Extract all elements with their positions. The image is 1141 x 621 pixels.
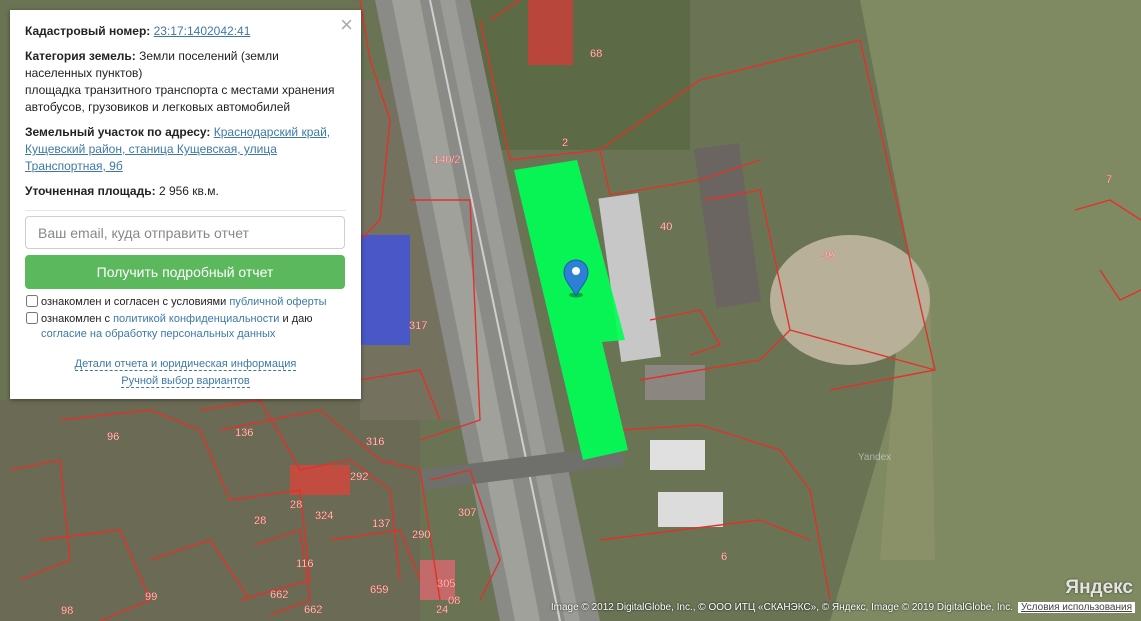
parcel-number: 316: [366, 436, 384, 448]
category-label: Категория земель:: [25, 49, 136, 63]
get-report-button[interactable]: Получить подробный отчет: [25, 255, 345, 289]
close-icon[interactable]: ×: [340, 14, 353, 36]
building-blue-roof: [355, 235, 410, 345]
privacy-checkbox[interactable]: [26, 312, 38, 324]
offer-checkbox[interactable]: [26, 295, 38, 307]
parcel-number: 40: [660, 221, 672, 233]
parcel-number: 39: [822, 250, 834, 262]
parcel-number: 98: [61, 605, 73, 617]
building: [650, 440, 705, 470]
parcel-number: 6: [721, 551, 727, 563]
divider: [25, 210, 346, 211]
parcel-number: 2: [562, 137, 568, 149]
report-details-link[interactable]: Детали отчета и юридическая информация: [74, 358, 297, 371]
address-row: Земельный участок по адресу: Краснодарск…: [25, 124, 346, 175]
area-row: Уточненная площадь: 2 956 кв.м.: [25, 183, 346, 200]
parcel-number: 96: [107, 431, 119, 443]
parcel-number: 136: [235, 427, 253, 439]
building-red-roof: [528, 0, 573, 65]
panel-links: Детали отчета и юридическая информация Р…: [25, 356, 346, 390]
privacy-consent: ознакомлен с политикой конфиденциальност…: [25, 312, 346, 342]
area-label: Уточненная площадь:: [25, 184, 156, 198]
village-area: [0, 400, 420, 621]
cadastral-label: Кадастровый номер:: [25, 24, 151, 38]
terms-link[interactable]: Условия использования: [1018, 602, 1135, 613]
map-attribution: Image © 2012 DigitalGlobe, Inc., © ООО И…: [551, 602, 1135, 613]
address-label: Земельный участок по адресу:: [25, 125, 211, 139]
parcel-number: 28: [290, 499, 302, 511]
building: [658, 492, 723, 527]
parcel-number: 137: [372, 518, 390, 530]
parcel-number: 659: [370, 584, 388, 596]
parcel-number: 99: [145, 591, 157, 603]
yandex-logo: Яндекс: [1065, 577, 1133, 598]
land-usage: площадка транзитного транспорта с местам…: [25, 83, 335, 114]
parcel-number: 324: [315, 510, 333, 522]
privacy-consent-text: ознакомлен с: [41, 313, 111, 325]
parcel-number: 140/2: [433, 154, 461, 166]
parcel-number: 662: [270, 589, 288, 601]
attribution-text: Image © 2012 DigitalGlobe, Inc., © ООО И…: [550, 602, 1013, 613]
parcel-number: 68: [590, 48, 602, 60]
manual-selection-link[interactable]: Ручной выбор вариантов: [121, 375, 250, 388]
parcel-number: 08: [448, 595, 460, 607]
cadastral-number-link[interactable]: 23:17:1402042:41: [154, 24, 251, 38]
offer-consent-text: ознакомлен и согласен с условиями: [41, 296, 227, 308]
email-input[interactable]: [25, 216, 345, 249]
parcel-number: 307: [458, 507, 476, 519]
cadastral-row: Кадастровый номер: 23:17:1402042:41: [25, 23, 346, 40]
category-row: Категория земель: Земли поселений (земли…: [25, 48, 346, 116]
parcel-number: 292: [350, 471, 368, 483]
privacy-consent-mid: и даю: [282, 313, 313, 325]
map-watermark: Yandex: [858, 452, 892, 463]
area-value: 2 956 кв.м.: [158, 184, 219, 198]
privacy-policy-link[interactable]: политикой конфиденциальности: [113, 313, 279, 325]
personal-data-link[interactable]: согласие на обработку персональных данны…: [25, 327, 346, 342]
parcel-number: 28: [254, 515, 266, 527]
gravel-lot: [770, 235, 930, 365]
parcel-info-panel: × Кадастровый номер: 23:17:1402042:41 Ка…: [10, 10, 361, 399]
parcel-number: 7: [1106, 174, 1112, 186]
parcel-number: 662: [304, 604, 322, 616]
parcel-number: 24: [436, 604, 448, 616]
public-offer-link[interactable]: публичной оферты: [229, 296, 326, 308]
parcel-number: 116: [296, 558, 314, 570]
parcel-number: 290: [412, 529, 430, 541]
parcel-number: 305: [437, 578, 455, 590]
offer-consent: ознакомлен и согласен с условиями публич…: [25, 295, 346, 310]
parcel-number: 317: [409, 320, 427, 332]
